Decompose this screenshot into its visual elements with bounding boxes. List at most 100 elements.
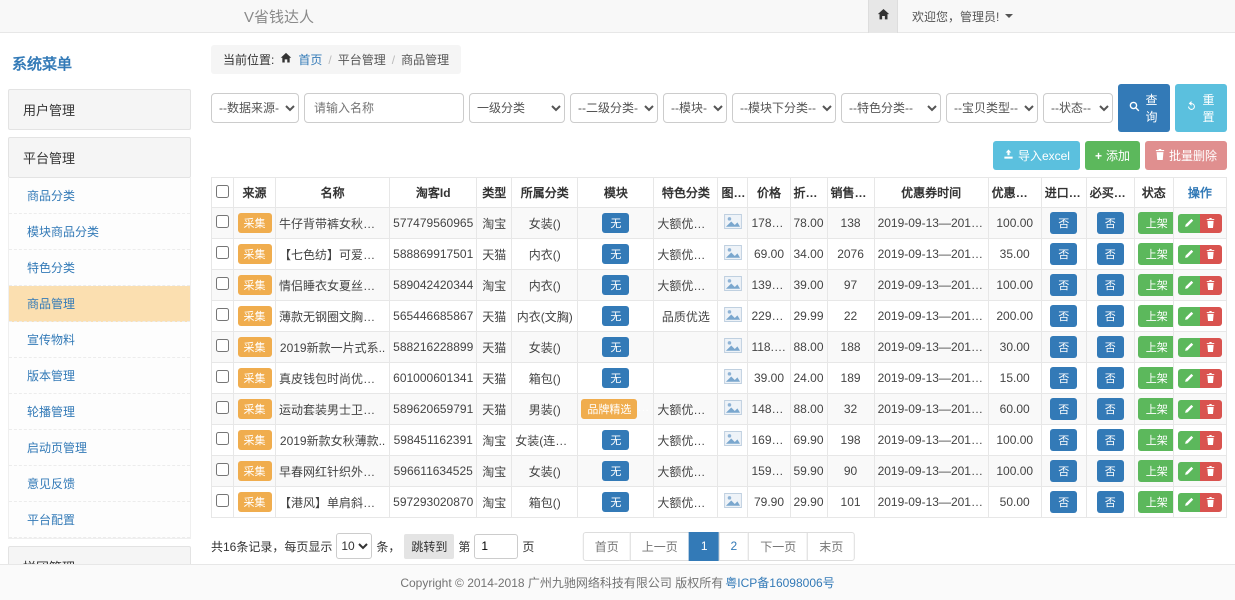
jump-button[interactable]: 跳转到 xyxy=(404,534,454,559)
delete-button[interactable] xyxy=(1200,400,1222,419)
sidebar-section[interactable]: 用户管理 xyxy=(8,89,191,130)
edit-button[interactable] xyxy=(1178,214,1200,233)
row-checkbox[interactable] xyxy=(216,432,229,445)
batch-delete-button[interactable]: 批量删除 xyxy=(1145,141,1227,170)
delete-button[interactable] xyxy=(1200,276,1222,295)
page-button[interactable]: 1 xyxy=(689,532,720,561)
sidebar-item[interactable]: 特色分类 xyxy=(9,250,190,286)
import-toggle-button[interactable]: 否 xyxy=(1050,336,1077,358)
delete-button[interactable] xyxy=(1200,369,1222,388)
import-toggle-button[interactable]: 否 xyxy=(1050,305,1077,327)
breadcrumb-home-link[interactable]: 首页 xyxy=(298,51,322,68)
delete-button[interactable] xyxy=(1200,338,1222,357)
page-size-select[interactable]: 10 xyxy=(336,533,372,559)
page-button[interactable]: 首页 xyxy=(583,532,631,561)
row-checkbox[interactable] xyxy=(216,370,229,383)
import-toggle-button[interactable]: 否 xyxy=(1050,429,1077,451)
filter-select[interactable]: --二级分类-- xyxy=(570,93,658,123)
home-button[interactable] xyxy=(868,0,898,33)
page-button[interactable]: 上一页 xyxy=(630,532,690,561)
status-button[interactable]: 上架 xyxy=(1138,367,1174,389)
user-menu[interactable]: 欢迎您，管理员! xyxy=(898,8,1023,25)
sidebar-item[interactable]: 轮播管理 xyxy=(9,394,190,430)
edit-button[interactable] xyxy=(1178,307,1200,326)
delete-button[interactable] xyxy=(1200,307,1222,326)
page-button[interactable]: 2 xyxy=(719,532,750,561)
status-button[interactable]: 上架 xyxy=(1138,243,1174,265)
row-checkbox[interactable] xyxy=(216,215,229,228)
status-button[interactable]: 上架 xyxy=(1138,398,1174,420)
import-toggle-button[interactable]: 否 xyxy=(1050,243,1077,265)
sidebar-item[interactable]: 版本管理 xyxy=(9,358,190,394)
sidebar-item[interactable]: 平台配置 xyxy=(9,502,190,538)
edit-button[interactable] xyxy=(1178,462,1200,481)
status-button[interactable]: 上架 xyxy=(1138,491,1174,513)
must-buy-toggle-button[interactable]: 否 xyxy=(1097,336,1124,358)
must-buy-toggle-button[interactable]: 否 xyxy=(1097,460,1124,482)
delete-button[interactable] xyxy=(1200,431,1222,450)
icp-link[interactable]: 粤ICP备16098006号 xyxy=(725,574,834,591)
sidebar-item[interactable]: 意见反馈 xyxy=(9,466,190,502)
edit-button[interactable] xyxy=(1178,369,1200,388)
must-buy-toggle-button[interactable]: 否 xyxy=(1097,305,1124,327)
row-checkbox[interactable] xyxy=(216,246,229,259)
must-buy-toggle-button[interactable]: 否 xyxy=(1097,274,1124,296)
row-checkbox[interactable] xyxy=(216,401,229,414)
must-buy-toggle-button[interactable]: 否 xyxy=(1097,212,1124,234)
import-toggle-button[interactable]: 否 xyxy=(1050,367,1077,389)
page-button[interactable]: 下一页 xyxy=(748,532,808,561)
filter-data-source-select[interactable]: --数据来源-- xyxy=(211,93,299,123)
filter-select[interactable]: --宝贝类型-- xyxy=(946,93,1038,123)
add-button[interactable]: + 添加 xyxy=(1085,141,1140,170)
status-button[interactable]: 上架 xyxy=(1138,460,1174,482)
filter-select[interactable]: --特色分类-- xyxy=(841,93,941,123)
must-buy-toggle-button[interactable]: 否 xyxy=(1097,243,1124,265)
row-checkbox[interactable] xyxy=(216,277,229,290)
filter-name-input[interactable] xyxy=(304,93,464,123)
edit-button[interactable] xyxy=(1178,493,1200,512)
reset-button[interactable]: 重置 xyxy=(1175,84,1227,132)
import-toggle-button[interactable]: 否 xyxy=(1050,212,1077,234)
import-toggle-button[interactable]: 否 xyxy=(1050,274,1077,296)
edit-button[interactable] xyxy=(1178,245,1200,264)
delete-button[interactable] xyxy=(1200,214,1222,233)
edit-button[interactable] xyxy=(1178,276,1200,295)
row-checkbox[interactable] xyxy=(216,494,229,507)
sidebar-section[interactable]: 平台管理 xyxy=(8,137,191,178)
import-toggle-button[interactable]: 否 xyxy=(1050,491,1077,513)
sidebar-item[interactable]: 商品管理 xyxy=(9,286,190,322)
row-checkbox[interactable] xyxy=(216,308,229,321)
edit-button[interactable] xyxy=(1178,400,1200,419)
sidebar-item[interactable]: 启动页管理 xyxy=(9,430,190,466)
must-buy-toggle-button[interactable]: 否 xyxy=(1097,429,1124,451)
edit-button[interactable] xyxy=(1178,431,1200,450)
status-button[interactable]: 上架 xyxy=(1138,336,1174,358)
sidebar-item[interactable]: 模块商品分类 xyxy=(9,214,190,250)
row-checkbox[interactable] xyxy=(216,463,229,476)
edit-button[interactable] xyxy=(1178,338,1200,357)
status-button[interactable]: 上架 xyxy=(1138,305,1174,327)
import-toggle-button[interactable]: 否 xyxy=(1050,398,1077,420)
filter-select[interactable]: --状态-- xyxy=(1043,93,1113,123)
status-button[interactable]: 上架 xyxy=(1138,274,1174,296)
sidebar-item[interactable]: 宣传物料 xyxy=(9,322,190,358)
must-buy-toggle-button[interactable]: 否 xyxy=(1097,367,1124,389)
must-buy-toggle-button[interactable]: 否 xyxy=(1097,398,1124,420)
status-button[interactable]: 上架 xyxy=(1138,212,1174,234)
search-button[interactable]: 查询 xyxy=(1118,84,1170,132)
delete-button[interactable] xyxy=(1200,462,1222,481)
import-excel-button[interactable]: 导入excel xyxy=(993,141,1080,170)
import-toggle-button[interactable]: 否 xyxy=(1050,460,1077,482)
row-checkbox[interactable] xyxy=(216,339,229,352)
filter-select[interactable]: --模块下分类-- xyxy=(732,93,836,123)
jump-page-input[interactable] xyxy=(474,534,518,559)
sidebar-item[interactable]: 商品分类 xyxy=(9,178,190,214)
select-all-checkbox[interactable] xyxy=(216,185,229,198)
must-buy-toggle-button[interactable]: 否 xyxy=(1097,491,1124,513)
delete-button[interactable] xyxy=(1200,245,1222,264)
status-button[interactable]: 上架 xyxy=(1138,429,1174,451)
filter-select[interactable]: 一级分类 xyxy=(469,93,565,123)
delete-button[interactable] xyxy=(1200,493,1222,512)
page-button[interactable]: 末页 xyxy=(807,532,855,561)
filter-select[interactable]: --模块-- xyxy=(663,93,727,123)
